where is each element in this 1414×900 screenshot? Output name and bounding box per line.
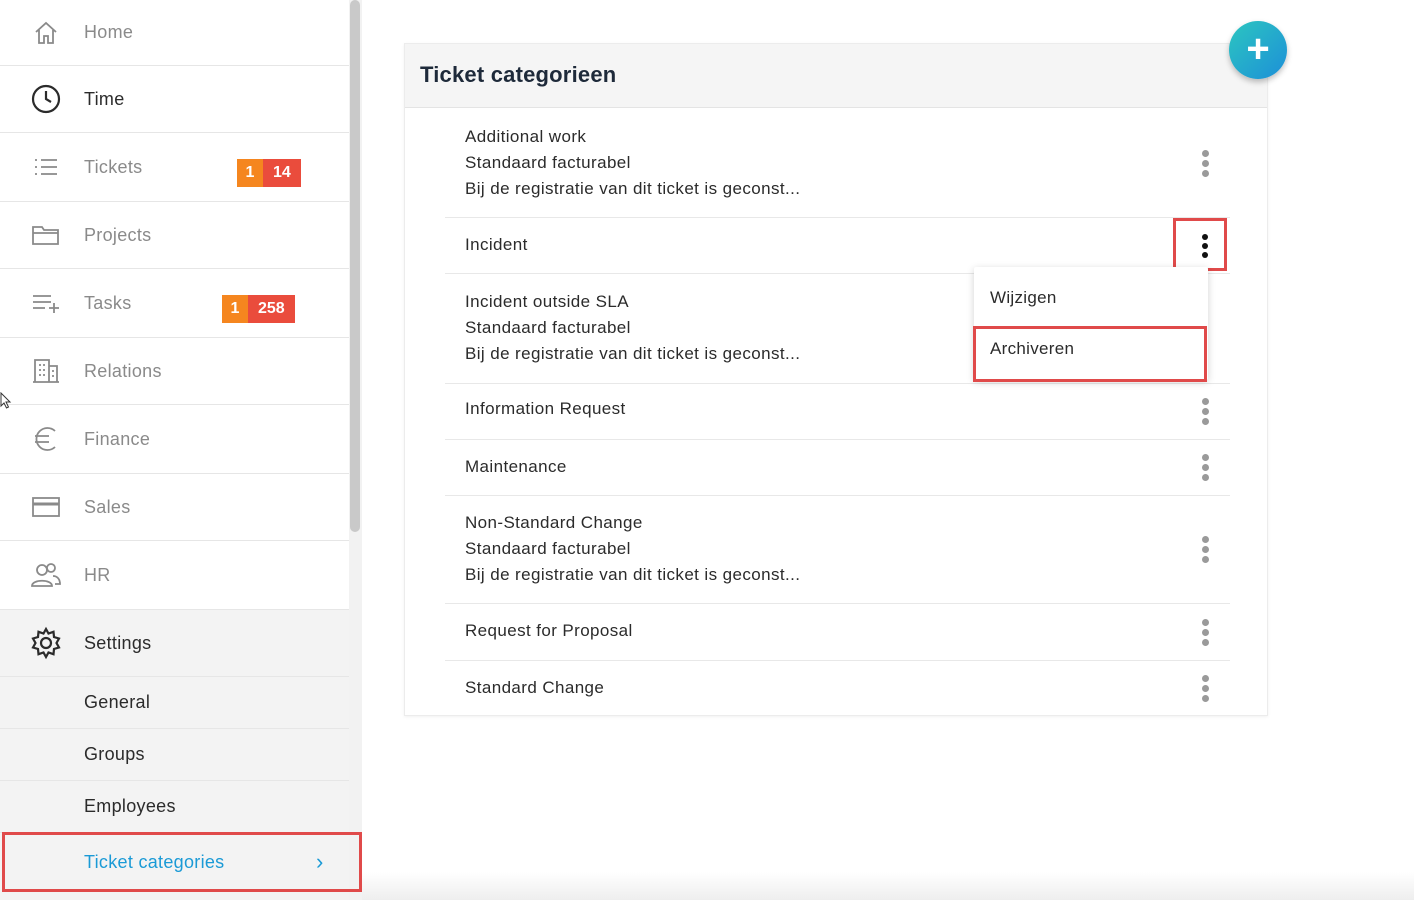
category-note: Bij de registratie van dit ticket is gec… xyxy=(465,179,801,198)
sidebar-item-projects[interactable]: Projects xyxy=(0,202,349,269)
sidebar-item-tasks[interactable]: Tasks 1 258 xyxy=(0,269,349,338)
sidebar-item-label: Finance xyxy=(84,428,151,449)
sub-item-label: Groups xyxy=(84,744,145,764)
page-title: Ticket categorieen xyxy=(420,62,617,87)
menu-item-edit[interactable]: Wijzigen xyxy=(974,273,1208,323)
category-row-request-for-proposal[interactable]: Request for Proposal xyxy=(445,604,1230,661)
people-icon xyxy=(28,557,64,593)
gear-icon xyxy=(28,625,64,661)
context-menu: Wijzigen Archiveren xyxy=(974,267,1208,380)
settings-section: Settings General Groups Employees Ticket… xyxy=(0,610,349,900)
category-name: Incident xyxy=(465,235,528,254)
badge-count-primary: 1 xyxy=(222,295,248,323)
kebab-menu-icon[interactable] xyxy=(1195,396,1215,426)
menu-item-archive[interactable]: Archiveren xyxy=(974,324,1208,374)
sidebar-item-time[interactable]: Time xyxy=(0,66,349,133)
list-icon xyxy=(28,149,64,185)
category-billing: Standaard facturabel xyxy=(465,539,631,558)
plus-icon: + xyxy=(1246,26,1270,71)
category-row-maintenance[interactable]: Maintenance xyxy=(445,440,1230,496)
category-name: Incident outside SLA xyxy=(465,292,629,311)
menu-item-label: Archiveren xyxy=(990,339,1075,358)
badge-count-secondary: 258 xyxy=(248,295,295,323)
bottom-edge xyxy=(362,872,1414,900)
kebab-menu-icon[interactable] xyxy=(1195,673,1215,703)
category-billing: Standaard facturabel xyxy=(465,153,631,172)
tickets-badge: 1 14 xyxy=(237,159,301,187)
kebab-menu-icon[interactable] xyxy=(1195,452,1215,482)
category-name: Maintenance xyxy=(465,457,567,476)
sidebar-item-label: Relations xyxy=(84,360,162,381)
category-name: Standard Change xyxy=(465,678,605,697)
kebab-menu-icon[interactable] xyxy=(1195,617,1215,647)
mouse-cursor-icon xyxy=(0,392,12,409)
settings-sub-groups[interactable]: Groups xyxy=(0,729,349,781)
sub-item-label: General xyxy=(84,692,151,712)
settings-sub-ticket-categories[interactable]: Ticket categories › xyxy=(0,833,349,891)
badge-count-primary: 1 xyxy=(237,159,263,187)
sidebar-item-label: Sales xyxy=(84,496,131,517)
home-icon xyxy=(28,15,64,51)
sidebar-item-label: Home xyxy=(84,22,134,42)
category-name: Non-Standard Change xyxy=(465,513,643,532)
card-header: Ticket categorieen xyxy=(405,44,1267,108)
category-name: Request for Proposal xyxy=(465,621,633,640)
sidebar-item-sales[interactable]: Sales xyxy=(0,474,349,541)
sub-item-label: Employees xyxy=(84,796,176,816)
menu-item-label: Wijzigen xyxy=(990,288,1057,307)
kebab-menu-icon[interactable] xyxy=(1195,148,1215,178)
sidebar-scrollbar-thumb[interactable] xyxy=(350,0,360,532)
sidebar-item-settings[interactable]: Settings xyxy=(0,610,349,677)
sidebar-item-label: Time xyxy=(84,88,125,109)
category-row-additional-work[interactable]: Additional work Standaard facturabel Bij… xyxy=(445,110,1230,218)
sidebar-item-home[interactable]: Home xyxy=(0,0,349,66)
kebab-menu-icon[interactable] xyxy=(1195,534,1215,564)
category-name: Additional work xyxy=(465,127,587,146)
sidebar-item-label: Settings xyxy=(84,632,152,653)
sidebar-item-finance[interactable]: Finance xyxy=(0,405,349,474)
building-icon xyxy=(28,353,64,389)
sidebar-nav: Home Time Tickets 1 14 Projects Tasks 1 … xyxy=(0,0,349,900)
category-name: Information Request xyxy=(465,399,626,418)
sidebar-item-relations[interactable]: Relations xyxy=(0,338,349,405)
category-note: Bij de registratie van dit ticket is gec… xyxy=(465,565,801,584)
sidebar: Home Time Tickets 1 14 Projects Tasks 1 … xyxy=(0,0,362,900)
category-billing: Standaard facturabel xyxy=(465,318,631,337)
sidebar-item-tickets[interactable]: Tickets 1 14 xyxy=(0,133,349,202)
task-list-icon xyxy=(28,285,64,321)
category-note: Bij de registratie van dit ticket is gec… xyxy=(465,344,801,363)
sidebar-item-label: Projects xyxy=(84,224,152,245)
clock-icon xyxy=(28,81,64,117)
category-row-non-standard-change[interactable]: Non-Standard Change Standaard facturabel… xyxy=(445,496,1230,604)
tasks-badge: 1 258 xyxy=(222,295,295,323)
category-row-information-request[interactable]: Information Request xyxy=(445,384,1230,440)
sidebar-item-hr[interactable]: HR xyxy=(0,541,349,610)
kebab-menu-icon[interactable] xyxy=(1195,231,1215,261)
sub-item-label: Ticket categories xyxy=(84,851,225,872)
folder-icon xyxy=(28,217,64,253)
sidebar-item-label: Tickets xyxy=(84,156,143,177)
settings-sub-general[interactable]: General xyxy=(0,677,349,729)
sidebar-item-label: Tasks xyxy=(84,292,132,313)
add-category-button[interactable]: + xyxy=(1229,21,1287,79)
category-row-standard-change[interactable]: Standard Change xyxy=(445,661,1230,715)
euro-icon xyxy=(28,421,64,457)
category-row-incident[interactable]: Incident xyxy=(445,218,1230,274)
badge-count-secondary: 14 xyxy=(263,159,301,187)
chevron-right-icon: › xyxy=(316,849,324,874)
settings-sub-employees[interactable]: Employees xyxy=(0,781,349,833)
sidebar-item-label: HR xyxy=(84,564,111,585)
card-icon xyxy=(28,489,64,525)
